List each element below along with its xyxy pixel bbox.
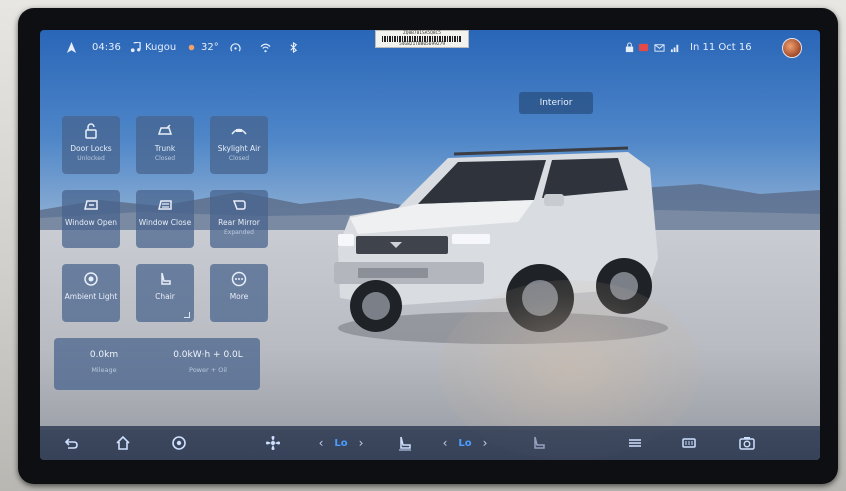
window-open-tile[interactable]: Window Open (62, 190, 120, 248)
lock-icon (85, 123, 97, 139)
rear-mirror-label: Rear Mirror (218, 218, 260, 227)
trip-stats-panel[interactable]: 0.0km Mileage 0.0kW·h + 0.0L Power + Oil (54, 338, 260, 390)
chair-tile[interactable]: Chair (136, 264, 194, 322)
barcode-sticker: ZQ0B701SA5Q8C5 54G821TB805699279 (375, 30, 469, 48)
lock-status-icon (624, 42, 635, 53)
window-open-icon (84, 200, 98, 210)
seat-icon (161, 272, 171, 285)
infotainment-screen: 04:36 Kugou 32° ZQ0B701SA5Q8C5 54G821TB8… (40, 30, 820, 460)
camera-icon[interactable] (734, 432, 760, 454)
sun-icon (188, 44, 195, 51)
mileage-stat: 0.0km Mileage (54, 350, 154, 374)
rear-defrost-icon[interactable] (676, 432, 702, 454)
left-temp-down[interactable]: ‹ (312, 432, 330, 454)
trunk-icon (157, 124, 173, 135)
back-icon[interactable] (58, 432, 84, 454)
window-close-label: Window Close (138, 218, 192, 227)
signal-icon (670, 42, 681, 53)
skylight-air-tile[interactable]: Skylight Air Closed (210, 116, 268, 174)
power-value: 0.0kW·h + 0.0L (173, 350, 243, 360)
status-bar: 04:36 Kugou 32° ZQ0B701SA5Q8C5 54G821TB8… (40, 30, 820, 66)
more-tile[interactable]: More (210, 264, 268, 322)
date-label: In 11 Oct 16 (690, 42, 752, 53)
clock: 04:36 (92, 42, 121, 53)
fan-icon[interactable] (260, 432, 286, 454)
mileage-value: 0.0km (89, 350, 119, 360)
chevron-left-icon: ‹ (442, 436, 448, 450)
right-temp-down[interactable]: ‹ (436, 432, 454, 454)
barcode-number: 54G821TB805699279 (398, 42, 446, 47)
settings-icon[interactable] (166, 432, 192, 454)
device-frame: 04:36 Kugou 32° ZQ0B701SA5Q8C5 54G821TB8… (0, 0, 846, 491)
alert-icon (638, 42, 649, 53)
bottom-dock: ‹ Lo › ‹ Lo › (40, 426, 820, 460)
nav-arrow-icon[interactable] (66, 42, 77, 53)
power-stat: 0.0kW·h + 0.0L Power + Oil (158, 350, 258, 374)
skylight-air-status: Closed (228, 155, 250, 162)
power-label: Power + Oil (189, 366, 227, 374)
music-note-icon (130, 42, 141, 53)
more-icon (231, 271, 247, 287)
window-close-icon (158, 200, 172, 210)
right-temp: Lo (454, 432, 476, 454)
ambient-light-icon (84, 272, 98, 286)
rear-mirror-status: Expanded (224, 229, 254, 236)
media-app-label: Kugou (145, 42, 177, 53)
media-app[interactable]: Kugou (130, 42, 176, 53)
right-temp-up[interactable]: › (476, 432, 494, 454)
defrost-icon[interactable] (622, 432, 648, 454)
right-temp-value: Lo (458, 437, 472, 449)
seat-heat-right-icon[interactable] (526, 432, 552, 454)
chevron-right-icon: › (358, 436, 364, 450)
seat-heat-icon[interactable] (392, 432, 418, 454)
user-avatar[interactable] (782, 38, 802, 58)
trunk-tile[interactable]: Trunk Closed (136, 116, 194, 174)
door-locks-tile[interactable]: Door Locks Unlocked (62, 116, 120, 174)
rear-mirror-tile[interactable]: Rear Mirror Expanded (210, 190, 268, 248)
left-temp-value: Lo (334, 437, 348, 449)
left-temp-up[interactable]: › (352, 432, 370, 454)
chair-label: Chair (155, 292, 175, 301)
mail-icon (654, 42, 665, 53)
chevron-right-icon: › (482, 436, 488, 450)
door-locks-status: Unlocked (77, 155, 105, 162)
temperature-label: 32° (201, 42, 219, 53)
outside-temperature: 32° (186, 42, 219, 53)
hotspot-icon[interactable] (230, 42, 241, 53)
window-open-label: Window Open (65, 218, 117, 227)
window-close-tile[interactable]: Window Close (136, 190, 194, 248)
trunk-status: Closed (154, 155, 176, 162)
mileage-label: Mileage (91, 366, 117, 374)
wifi-icon[interactable] (260, 42, 271, 53)
skylight-air-label: Skylight Air (217, 144, 261, 153)
skylight-icon (231, 128, 247, 135)
ambient-light-label: Ambient Light (64, 292, 118, 301)
expand-corner-icon (184, 312, 190, 318)
ambient-light-tile[interactable]: Ambient Light (62, 264, 120, 322)
door-locks-label: Door Locks (70, 144, 112, 153)
left-temp: Lo (330, 432, 352, 454)
interior-view-button[interactable]: Interior (519, 92, 593, 114)
chevron-left-icon: ‹ (318, 436, 324, 450)
bluetooth-icon[interactable] (288, 42, 299, 53)
more-label: More (229, 292, 249, 301)
home-icon[interactable] (110, 432, 136, 454)
mirror-icon (232, 200, 246, 210)
trunk-label: Trunk (154, 144, 176, 153)
